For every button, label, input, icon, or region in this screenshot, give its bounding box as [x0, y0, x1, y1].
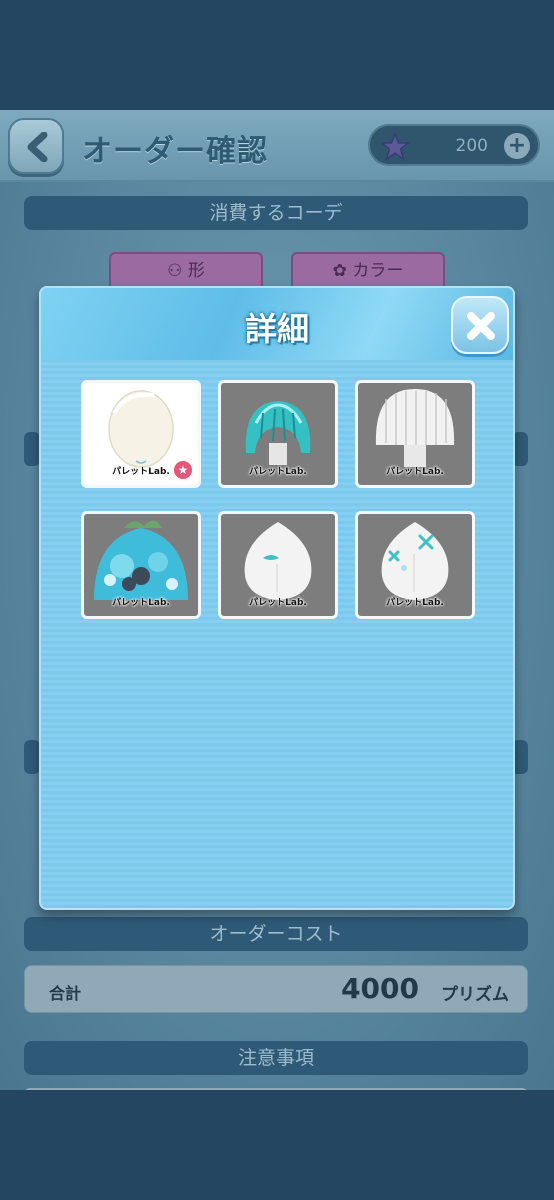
total-unit: プリズム	[441, 985, 509, 1005]
palette-icon: ✿	[332, 261, 347, 281]
item-brand-label: パレットLab.	[249, 598, 307, 608]
item-brand-label: パレットLab.	[112, 598, 170, 608]
modal-header: 詳細	[41, 288, 513, 360]
item-brand-label: パレットLab.	[386, 598, 444, 608]
item-teal-bob-hair[interactable]: パレットLab.	[218, 380, 338, 488]
navigation-bar-area	[0, 1090, 554, 1200]
currency-counter: 200 +	[368, 124, 540, 166]
total-cost-row: 合計 4000 プリズム	[24, 965, 528, 1013]
add-currency-button[interactable]: +	[504, 133, 530, 159]
total-amount: 4000	[341, 972, 419, 1005]
chevron-left-icon	[27, 132, 48, 162]
item-brand-label: パレットLab.	[386, 467, 444, 477]
list-row-stub	[24, 740, 40, 774]
shape-icon: ⚇	[167, 261, 183, 281]
section-header-consume: 消費するコーデ	[24, 196, 528, 230]
item-brand-label: パレットLab.	[249, 467, 307, 477]
header-bar: オーダー確認 200 +	[0, 110, 554, 182]
list-row-stub	[24, 432, 40, 466]
modal-title: 詳細	[244, 310, 309, 348]
item-egg-hair-base[interactable]: パレットLab. ★	[81, 380, 201, 488]
currency-value: 200	[455, 136, 488, 156]
status-bar-area	[0, 0, 554, 110]
section-header-notes: 注意事項	[24, 1041, 528, 1075]
star-icon	[380, 132, 410, 161]
close-icon	[467, 312, 495, 340]
item-white-straight-hair[interactable]: パレットLab.	[355, 380, 475, 488]
back-button[interactable]	[8, 118, 64, 174]
item-white-head-x-marks[interactable]: パレットLab.	[355, 511, 475, 619]
tab-shape-label: 形	[187, 261, 205, 281]
star-badge-icon: ★	[174, 461, 192, 479]
close-button[interactable]	[451, 296, 509, 354]
item-white-head-eye[interactable]: パレットLab.	[218, 511, 338, 619]
section-header-order-cost: オーダーコスト	[24, 917, 528, 951]
item-teal-floral-head[interactable]: パレットLab.	[81, 511, 201, 619]
total-label: 合計	[49, 984, 82, 1003]
detail-modal: 詳細 パレットLab. ★ パレットLab. パレットLab. パレットLab.…	[39, 286, 515, 910]
page-title: オーダー確認	[82, 134, 268, 169]
tab-color-label: カラー	[352, 261, 404, 281]
